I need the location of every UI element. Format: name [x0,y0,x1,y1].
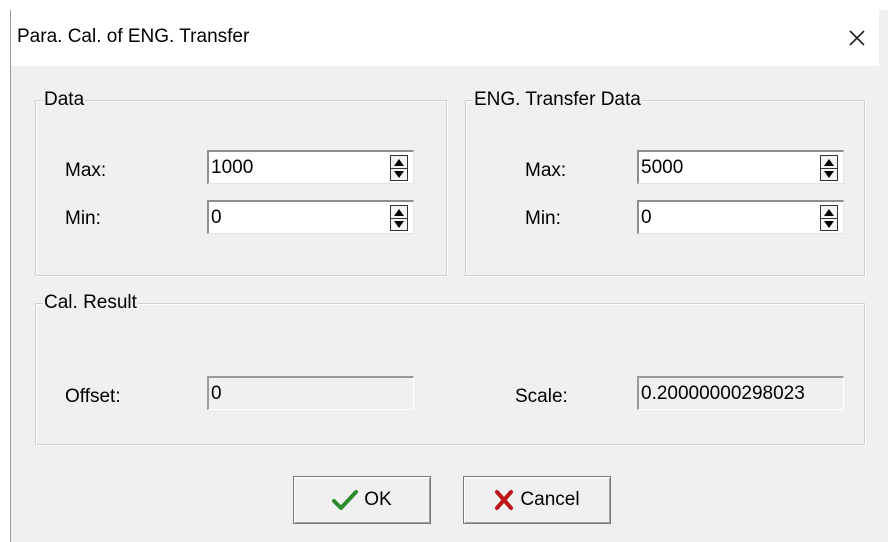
scale-field [637,376,844,410]
data-max-arrows[interactable] [390,155,408,181]
calibration-dialog: Para. Cal. of ENG. Transfer Data Max: Mi… [10,10,888,542]
eng-transfer-group: ENG. Transfer Data [465,89,865,276]
title-bar: Para. Cal. of ENG. Transfer [11,10,879,66]
offset-field [207,376,414,410]
data-max-label: Max: [65,160,107,181]
data-group: Data [35,89,447,276]
data-group-legend: Data [43,89,86,111]
eng-min-arrows[interactable] [820,205,838,231]
offset-value [211,382,413,406]
close-icon [849,30,865,46]
spin-down-icon[interactable] [821,218,837,230]
data-min-label: Min: [65,208,101,229]
eng-min-label: Min: [525,208,561,229]
ok-button[interactable]: OK [293,476,431,524]
cal-result-group-legend: Cal. Result [43,292,138,314]
eng-max-input[interactable] [641,156,791,180]
eng-min-spinbox[interactable] [637,200,844,234]
data-min-input[interactable] [211,206,361,230]
spin-down-icon[interactable] [391,218,407,230]
eng-min-input[interactable] [641,206,791,230]
scale-label: Scale: [515,386,568,407]
ok-button-label: OK [364,489,392,510]
window-title: Para. Cal. of ENG. Transfer [17,26,250,47]
data-min-arrows[interactable] [390,205,408,231]
eng-max-arrows[interactable] [820,155,838,181]
eng-max-label: Max: [525,160,567,181]
data-min-spinbox[interactable] [207,200,414,234]
checkmark-icon [332,490,359,510]
cancel-button-label: Cancel [520,489,580,510]
data-max-spinbox[interactable] [207,150,414,184]
data-max-input[interactable] [211,156,361,180]
spin-down-icon[interactable] [821,168,837,180]
cancel-button[interactable]: Cancel [463,476,611,524]
spin-down-icon[interactable] [391,168,407,180]
eng-transfer-group-legend: ENG. Transfer Data [473,89,642,111]
offset-label: Offset: [65,386,121,407]
close-button[interactable] [837,18,877,58]
cal-result-group: Cal. Result [35,292,865,445]
scale-value [641,382,843,406]
eng-max-spinbox[interactable] [637,150,844,184]
x-mark-icon [495,490,514,510]
